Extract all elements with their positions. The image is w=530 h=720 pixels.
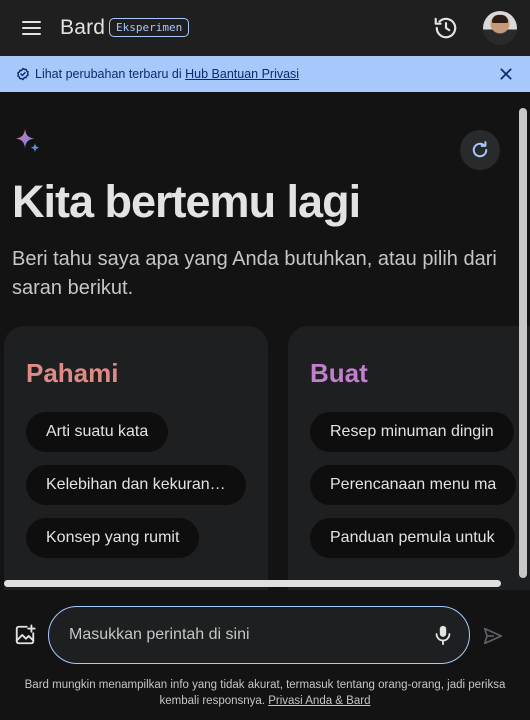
greeting-subtitle: Beri tahu saya apa yang Anda butuhkan, a… [12,248,497,299]
top-app-bar: Bard Eksperimen [0,0,530,56]
privacy-bard-link[interactable]: Privasi Anda & Bard [268,695,370,707]
sparkle-icon [16,129,40,153]
card-title: Buat [310,358,368,388]
input-area: Bard mungkin menampilkan info yang tidak… [0,590,530,720]
card-title: Pahami [26,358,119,388]
brand-name: Bard [60,16,106,39]
close-icon[interactable] [498,66,514,82]
main-content: Kita bertemu lagi Beri tahu saya apa yan… [0,92,530,590]
suggestion-chip[interactable]: Panduan pemula untuk [310,518,515,558]
avatar[interactable] [483,11,517,45]
history-icon[interactable] [433,15,459,41]
prompt-box [48,606,470,664]
send-icon[interactable] [482,625,504,647]
prompt-input[interactable] [69,624,409,646]
vertical-scrollbar[interactable] [519,108,527,578]
banner-message: Lihat perubahan terbaru di Hub Bantuan P… [35,67,299,81]
disclaimer: Bard mungkin menampilkan info yang tidak… [16,677,514,709]
privacy-banner: Lihat perubahan terbaru di Hub Bantuan P… [0,56,530,92]
greeting-title: Kita bertemu lagi [12,176,361,227]
banner-text: Lihat perubahan terbaru di [35,67,186,81]
refresh-icon [472,141,488,158]
suggestion-chip[interactable]: Kelebihan dan kekuran… [26,465,246,505]
mic-icon[interactable] [432,624,454,646]
privacy-hub-link[interactable]: Hub Bantuan Privasi [185,67,299,81]
suggestion-chip[interactable]: Perencanaan menu ma [310,465,516,505]
disclaimer-text: Bard mungkin menampilkan info yang tidak… [24,679,506,707]
check-circle-icon [17,67,29,81]
suggestion-card-pahami: Pahami Arti suatu kata Kelebihan dan kek… [4,326,268,590]
suggestion-card-buat: Buat Resep minuman dingin Perencanaan me… [288,326,530,590]
menu-icon[interactable] [18,14,46,42]
experiment-badge: Eksperimen [109,18,190,37]
horizontal-scrollbar[interactable] [4,580,501,587]
refresh-button[interactable] [460,130,500,170]
suggestion-chip[interactable]: Konsep yang rumit [26,518,200,558]
suggestion-chip[interactable]: Arti suatu kata [26,412,169,452]
suggestion-chip[interactable]: Resep minuman dingin [310,412,514,452]
add-image-icon[interactable] [14,624,36,646]
